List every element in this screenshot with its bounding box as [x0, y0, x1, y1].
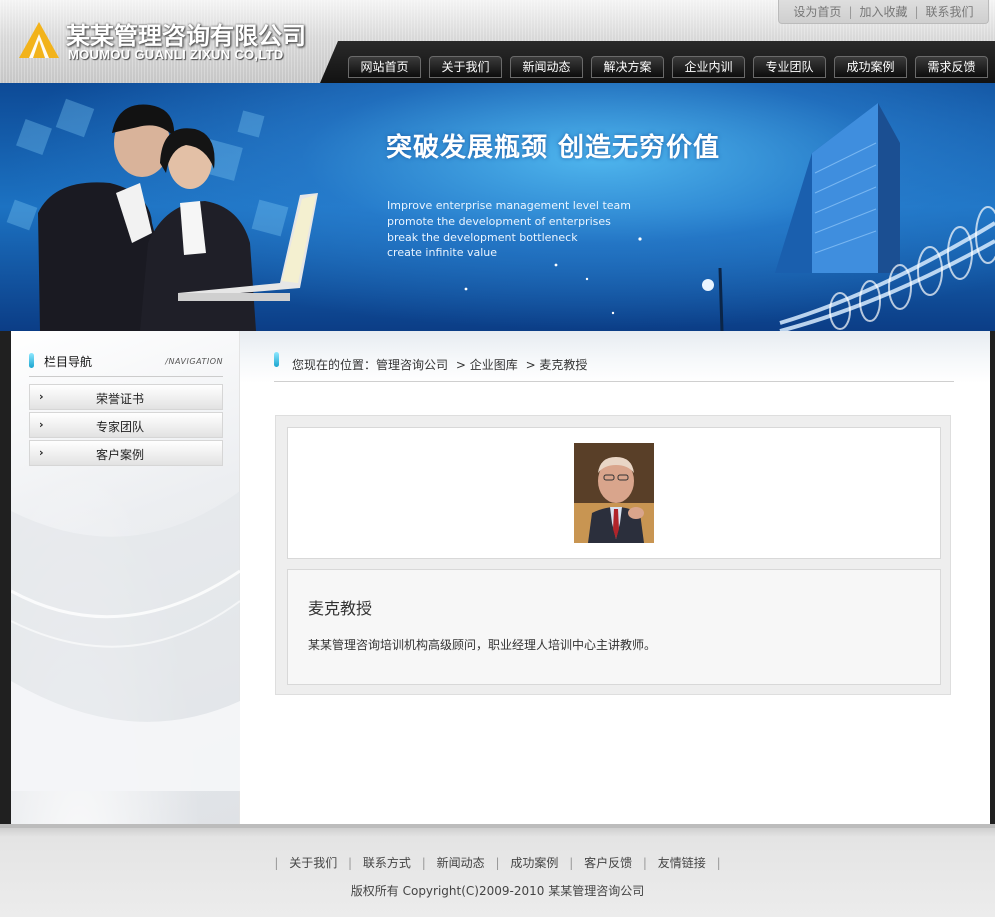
banner-tagline-4: create infinite value — [387, 246, 498, 259]
divider: | — [421, 856, 426, 870]
banner-tagline-2: promote the development of enterprises — [387, 215, 611, 228]
sidebar-menu: › 荣誉证书 › 专家团队 › 客户案例 — [29, 384, 223, 468]
sidebar-item-certificates[interactable]: › 荣誉证书 — [29, 384, 223, 410]
detail-panel: 麦克教授 某某管理咨询培训机构高级顾问，职业经理人培训中心主讲教师。 — [275, 415, 951, 695]
nav-feedback[interactable]: 需求反馈 — [915, 56, 988, 78]
divider: | — [914, 4, 919, 19]
breadcrumb-link-gallery[interactable]: > 企业图库 — [456, 358, 518, 372]
banner-tagline-1: Improve enterprise management level team — [387, 199, 631, 212]
add-favorite-link[interactable]: 加入收藏 — [859, 3, 907, 20]
main-nav: 网站首页 关于我们 新闻动态 解决方案 企业内训 专业团队 成功案例 需求反馈 — [348, 56, 995, 78]
breadcrumb-current: > 麦克教授 — [525, 358, 588, 372]
logo-triangle-icon — [19, 22, 59, 58]
sidebar-decoration — [11, 491, 240, 791]
sidebar-item-label: 客户案例 — [95, 448, 144, 462]
footer: | 关于我们 | 联系方式 | 新闻动态 | 成功案例 | 客户反馈 | 友情链… — [0, 824, 995, 917]
breadcrumb-link-home[interactable]: 管理咨询公司 — [376, 358, 448, 372]
sidebar-header: 栏目导航 /NAVIGATION — [29, 351, 223, 377]
divider: | — [274, 856, 279, 870]
breadcrumb-prefix: 您现在的位置： — [292, 358, 377, 372]
nav-team[interactable]: 专业团队 — [753, 56, 826, 78]
nav-training[interactable]: 企业内训 — [672, 56, 745, 78]
footer-link-news[interactable]: 新闻动态 — [437, 856, 485, 870]
banner-tagline-3: break the development bottleneck — [387, 231, 578, 244]
sidebar-item-label: 荣誉证书 — [95, 392, 144, 406]
set-homepage-link[interactable]: 设为首页 — [793, 3, 841, 20]
blue-bar-icon — [29, 353, 34, 368]
divider: | — [642, 856, 647, 870]
sidebar-title: 栏目导航 — [44, 355, 93, 369]
breadcrumb: 您现在的位置：管理咨询公司 > 企业图库 > 麦克教授 — [274, 350, 954, 382]
footer-link-about[interactable]: 关于我们 — [289, 856, 337, 870]
nav-home[interactable]: 网站首页 — [348, 56, 421, 78]
person-description: 某某管理咨询培训机构高级顾问，职业经理人培训中心主讲教师。 — [308, 638, 657, 652]
nav-news[interactable]: 新闻动态 — [510, 56, 583, 78]
footer-links: | 关于我们 | 联系方式 | 新闻动态 | 成功案例 | 客户反馈 | 友情链… — [0, 854, 995, 871]
nav-about[interactable]: 关于我们 — [429, 56, 502, 78]
logo-chinese-name: 某某管理咨询有限公司 — [66, 22, 306, 50]
divider: | — [495, 856, 500, 870]
divider: | — [848, 4, 853, 19]
footer-link-friends[interactable]: 友情链接 — [658, 856, 706, 870]
sidebar-item-experts[interactable]: › 专家团队 — [29, 412, 223, 438]
footer-link-cases[interactable]: 成功案例 — [510, 856, 558, 870]
blue-bar-icon — [274, 352, 279, 367]
nav-cases[interactable]: 成功案例 — [834, 56, 907, 78]
nav-solutions[interactable]: 解决方案 — [591, 56, 664, 78]
sidebar-item-client-cases[interactable]: › 客户案例 — [29, 440, 223, 466]
hero-banner: 突破发展瓶颈 创造无穷价值 Improve enterprise managem… — [0, 83, 995, 331]
sidebar-item-label: 专家团队 — [95, 420, 144, 434]
divider: | — [569, 856, 574, 870]
footer-link-contact[interactable]: 联系方式 — [363, 856, 411, 870]
footer-link-feedback[interactable]: 客户反馈 — [584, 856, 632, 870]
sidebar: 栏目导航 /NAVIGATION › 荣誉证书 › 专家团队 › 客户案例 — [11, 331, 240, 824]
professor-photo — [574, 443, 654, 543]
divider: | — [348, 856, 353, 870]
contact-us-link[interactable]: 联系我们 — [926, 3, 974, 20]
content-area: 您现在的位置：管理咨询公司 > 企业图库 > 麦克教授 麦克教授 某某管理咨询培… — [240, 331, 990, 824]
photo-container — [287, 427, 941, 559]
info-container: 麦克教授 某某管理咨询培训机构高级顾问，职业经理人培训中心主讲教师。 — [287, 569, 941, 685]
main-panel: 栏目导航 /NAVIGATION › 荣誉证书 › 专家团队 › 客户案例 您现… — [11, 331, 990, 824]
breadcrumb-bar: 您现在的位置：管理咨询公司 > 企业图库 > 麦克教授 — [240, 331, 990, 383]
sidebar-subtitle: /NAVIGATION — [165, 357, 223, 366]
person-name: 麦克教授 — [308, 599, 373, 618]
copyright: 版权所有 Copyright(C)2009-2010 某某管理咨询公司 — [350, 884, 645, 898]
logo-english-name: MOUMOU GUANLI ZIXUN CO,LTD — [68, 47, 284, 62]
divider: | — [716, 856, 721, 870]
main-area: 栏目导航 /NAVIGATION › 荣誉证书 › 专家团队 › 客户案例 您现… — [0, 331, 995, 824]
banner-headline: 突破发展瓶颈 创造无穷价值 — [386, 133, 721, 163]
top-utility-links: 设为首页 | 加入收藏 | 联系我们 — [778, 0, 989, 24]
